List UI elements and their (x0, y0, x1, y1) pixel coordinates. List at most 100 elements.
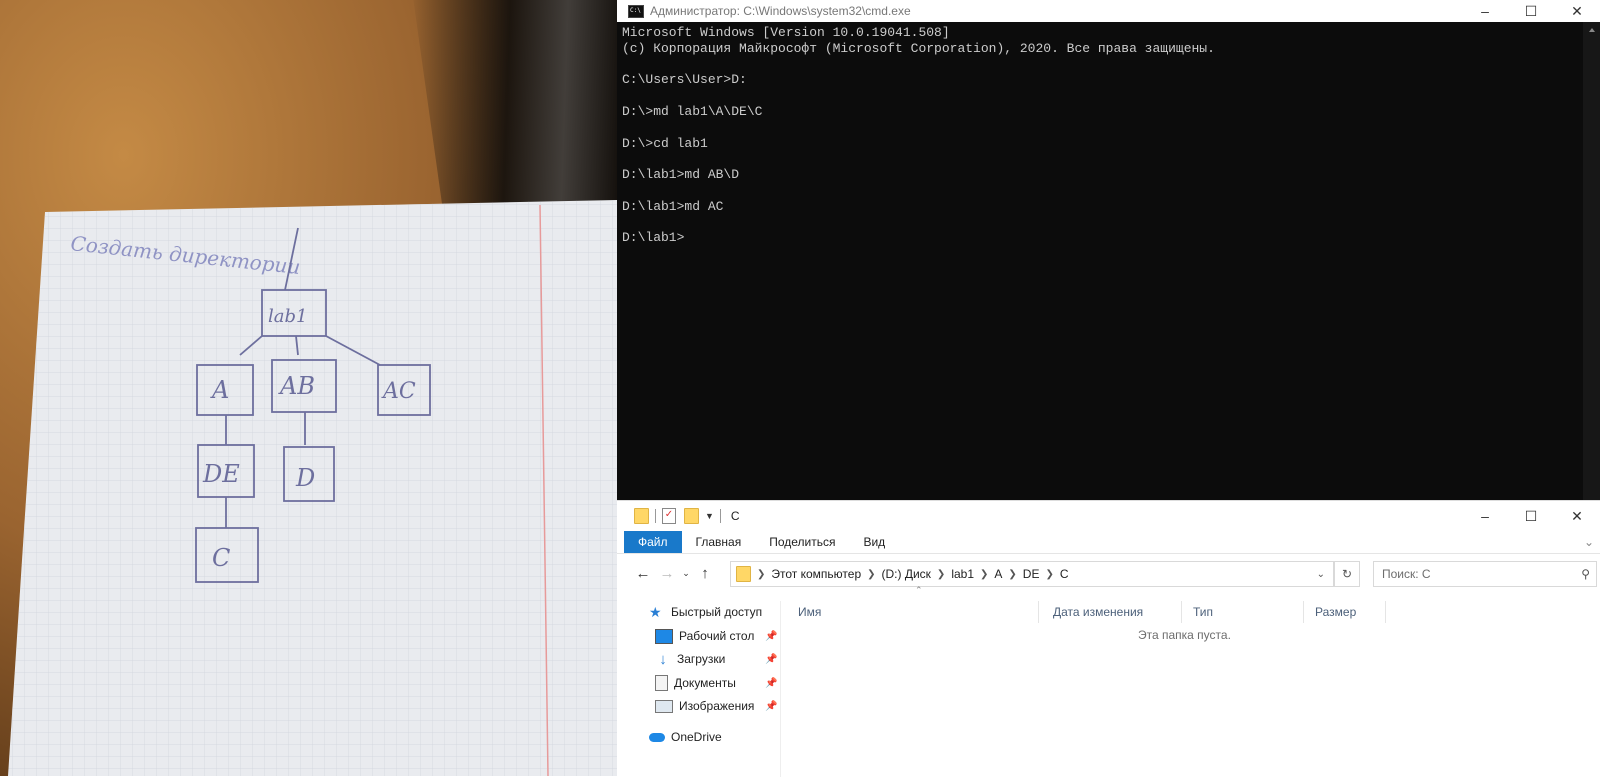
chevron-right-icon[interactable]: ❯ (937, 569, 945, 580)
minimize-icon[interactable]: – (1462, 0, 1508, 22)
nav-onedrive[interactable]: OneDrive (649, 726, 722, 748)
explorer-title: C (730, 509, 740, 523)
nav-label: Документы (674, 676, 736, 690)
qat-dropdown-icon[interactable]: ▼ (705, 511, 714, 521)
chevron-right-icon[interactable]: ❯ (867, 569, 875, 580)
console-line: (c) Корпорация Майкрософт (Microsoft Cor… (622, 40, 1215, 56)
tab-view[interactable]: Вид (849, 531, 899, 553)
expand-ribbon-icon[interactable]: ⌄ (1584, 531, 1594, 553)
maximize-icon[interactable]: ☐ (1508, 0, 1554, 22)
console-line: D:\lab1>md AB\D (622, 167, 740, 183)
breadcrumb-de[interactable]: DE (1023, 567, 1040, 581)
cmd-window[interactable]: Администратор: C:\Windows\system32\cmd.e… (617, 0, 1600, 500)
nav-label: Рабочий стол (679, 629, 755, 643)
file-list[interactable]: ⌃ Имя Дата изменения Тип Размер Эта папк… (781, 585, 1600, 777)
folder-icon (736, 566, 751, 582)
nav-quick-access[interactable]: ★ Быстрый доступ (649, 601, 762, 623)
tab-home[interactable]: Главная (682, 531, 756, 553)
console-line: D:\>cd lab1 (622, 135, 708, 151)
nav-label: Изображения (679, 699, 755, 713)
back-icon[interactable]: ← (631, 565, 655, 582)
pin-icon[interactable]: 📌 (765, 701, 777, 712)
explorer-titlebar[interactable]: ✓ ▼ C – ☐ ✕ (617, 501, 1600, 531)
breadcrumb-lab1[interactable]: lab1 (951, 567, 974, 581)
column-header-name[interactable]: Имя (792, 601, 1039, 623)
console-line: D:\>md lab1\A\DE\C (622, 103, 763, 119)
close-icon[interactable]: ✕ (1554, 501, 1600, 531)
notebook-drawing: Создать директории lab1 A AB AC DE D C (8, 200, 617, 776)
breadcrumb-a[interactable]: A (994, 567, 1002, 581)
navigation-pane: ★ Быстрый доступ Рабочий стол 📌 ↓ Загруз… (617, 601, 781, 777)
pin-icon[interactable]: 📌 (765, 654, 777, 665)
pictures-icon (655, 699, 673, 713)
tab-share[interactable]: Поделиться (755, 531, 849, 553)
column-header-type[interactable]: Тип (1187, 601, 1304, 623)
chevron-right-icon[interactable]: ❯ (1008, 569, 1016, 580)
cmd-title: Администратор: C:\Windows\system32\cmd.e… (650, 4, 911, 18)
tree-node-ab: AB (278, 372, 315, 400)
breadcrumb-c[interactable]: C (1060, 567, 1069, 581)
tree-node-de: DE (202, 460, 240, 488)
desktop-icon (655, 628, 673, 644)
tree-node-root: lab1 (268, 306, 307, 327)
search-input[interactable]: Поиск: C ⚲ (1373, 561, 1597, 587)
recent-dropdown-icon[interactable]: ⌄ (679, 568, 693, 579)
console-line: D:\lab1>md AC (622, 198, 724, 214)
forward-icon[interactable]: → (655, 565, 679, 582)
column-header-size[interactable]: Размер (1309, 601, 1386, 623)
address-row: ← → ⌄ ↑ ❯ Этот компьютер ❯ (D:) Диск ❯ l… (617, 554, 1600, 592)
divider (719, 509, 721, 523)
maximize-icon[interactable]: ☐ (1508, 501, 1554, 531)
pin-icon[interactable]: 📌 (765, 631, 777, 642)
ribbon-tabs: Файл Главная Поделиться Вид ⌄ (617, 531, 1600, 554)
breadcrumb-this-pc[interactable]: Этот компьютер (771, 567, 861, 581)
search-icon[interactable]: ⚲ (1581, 567, 1590, 581)
refresh-icon[interactable]: ↻ (1334, 561, 1360, 587)
star-icon: ★ (649, 603, 662, 620)
explorer-window[interactable]: ✓ ▼ C – ☐ ✕ Файл Главная Поделиться Вид … (617, 500, 1600, 777)
sort-up-icon: ⌃ (915, 585, 923, 595)
downloads-icon: ↓ (659, 650, 667, 668)
address-bar[interactable]: ❯ Этот компьютер ❯ (D:) Диск ❯ lab1 ❯ A … (730, 561, 1334, 587)
close-icon[interactable]: ✕ (1554, 0, 1600, 22)
tab-file[interactable]: Файл (624, 531, 682, 553)
cmd-app-icon (628, 4, 644, 18)
console-line: C:\Users\User>D: (622, 72, 747, 88)
chevron-right-icon[interactable]: ❯ (980, 569, 988, 580)
tree-node-d: D (295, 464, 315, 492)
cmd-scrollbar[interactable] (1583, 22, 1600, 500)
folder-icon (634, 508, 649, 524)
documents-icon (655, 675, 668, 691)
address-dropdown-icon[interactable]: ⌄ (1317, 569, 1325, 580)
divider (655, 509, 656, 523)
cloud-icon (649, 732, 665, 742)
console-line: Microsoft Windows [Version 10.0.19041.50… (622, 25, 950, 40)
minimize-icon[interactable]: – (1462, 501, 1508, 531)
console-line: D:\lab1> (622, 230, 685, 246)
search-placeholder: Поиск: C (1382, 567, 1431, 581)
tree-node-c: C (212, 544, 230, 572)
new-folder-icon[interactable] (684, 508, 699, 524)
tree-node-a: A (210, 376, 229, 404)
nav-label: OneDrive (671, 730, 722, 744)
chevron-right-icon[interactable]: ❯ (757, 569, 765, 580)
pin-icon[interactable]: 📌 (765, 678, 777, 689)
properties-icon[interactable]: ✓ (662, 508, 676, 524)
nav-label: Загрузки (677, 652, 726, 666)
up-icon[interactable]: ↑ (693, 565, 717, 582)
empty-folder-message: Эта папка пуста. (1138, 628, 1231, 642)
tree-node-ac: AC (381, 379, 416, 404)
cmd-console[interactable]: Microsoft Windows [Version 10.0.19041.50… (617, 22, 1600, 246)
notebook-photo: Создать директории lab1 A AB AC DE D C (0, 0, 617, 776)
nav-label: Быстрый доступ (671, 605, 763, 619)
breadcrumb-drive-d[interactable]: (D:) Диск (882, 567, 931, 581)
column-header-date[interactable]: Дата изменения (1047, 601, 1182, 623)
cmd-titlebar[interactable]: Администратор: C:\Windows\system32\cmd.e… (617, 0, 1600, 22)
chevron-right-icon[interactable]: ❯ (1045, 569, 1053, 580)
